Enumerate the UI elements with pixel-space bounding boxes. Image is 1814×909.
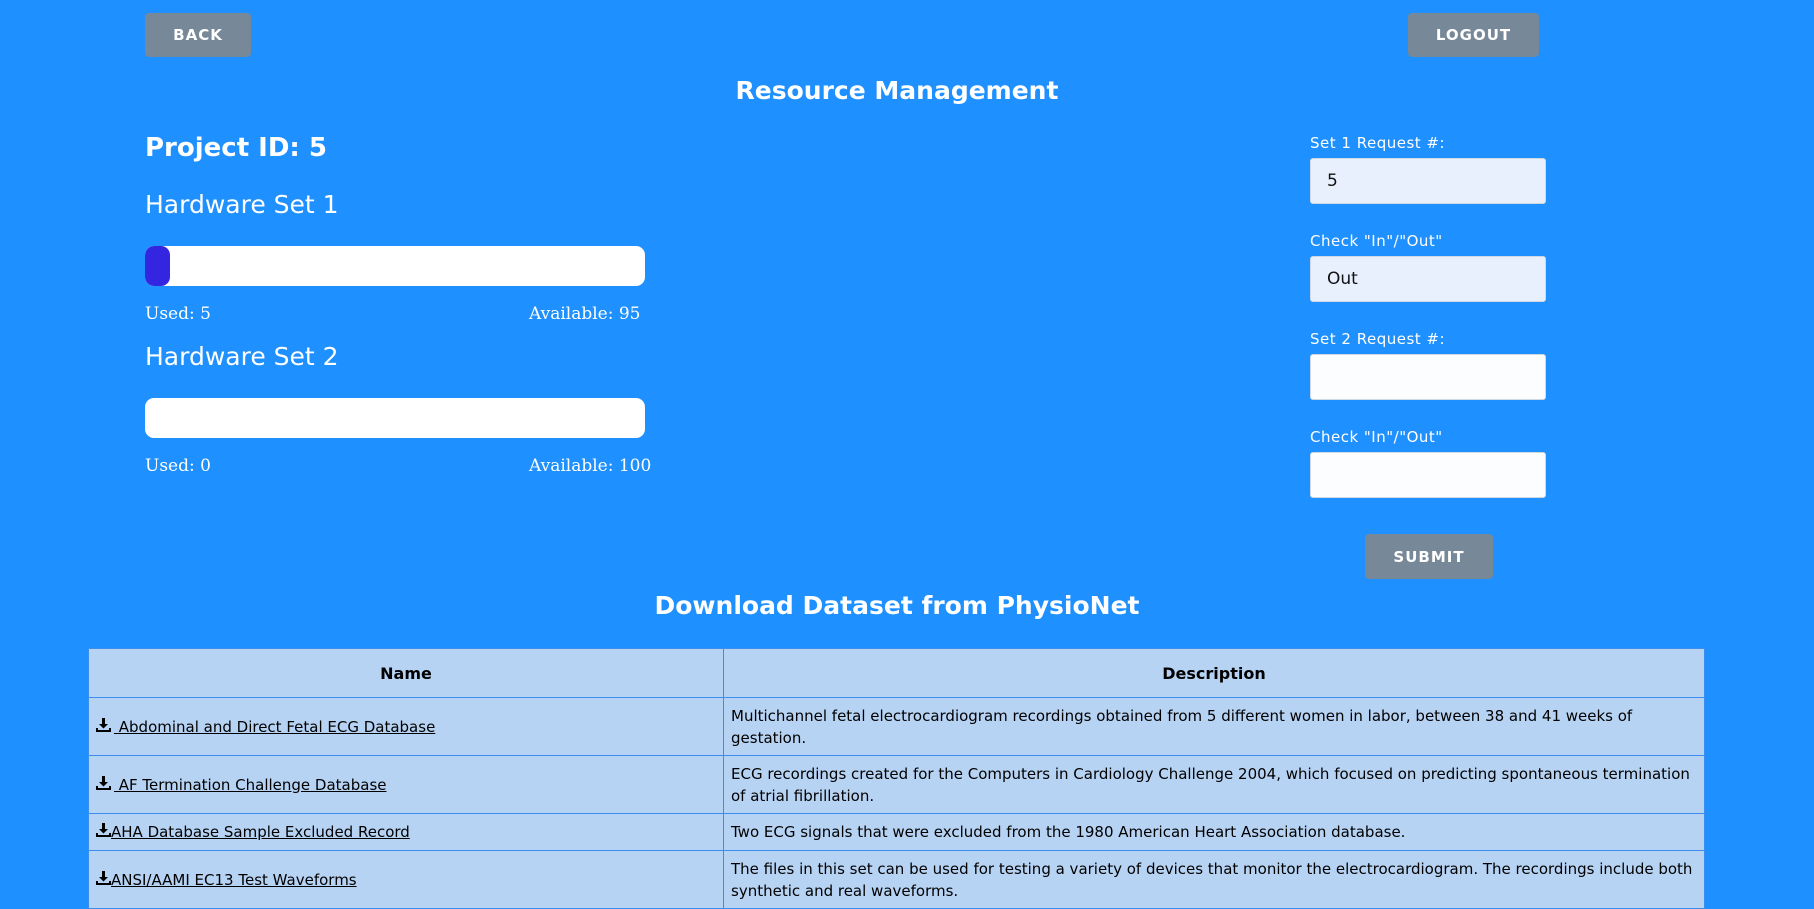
hardware-set-1-used: Used: 5 <box>145 304 211 324</box>
submit-button[interactable]: SUBMIT <box>1365 534 1493 579</box>
check-in-out-2-label: Check "In"/"Out" <box>1310 428 1443 446</box>
dataset-name: AF Termination Challenge Database <box>114 775 387 794</box>
back-button[interactable]: BACK <box>145 13 251 57</box>
hardware-set-2-progress-bar <box>145 398 645 438</box>
hardware-set-2-title: Hardware Set 2 <box>145 342 339 371</box>
table-row: AHA Database Sample Excluded Record Two … <box>88 813 1705 851</box>
hardware-set-2-available: Available: 100 <box>529 456 652 476</box>
dataset-download-link[interactable]: AF Termination Challenge Database <box>96 775 387 794</box>
check-in-out-2-input[interactable] <box>1310 452 1546 498</box>
download-icon <box>96 775 111 794</box>
check-in-out-1-label: Check "In"/"Out" <box>1310 232 1443 250</box>
dataset-download-link[interactable]: ANSI/AAMI EC13 Test Waveforms <box>96 870 357 889</box>
project-id: Project ID: 5 <box>145 133 327 163</box>
dataset-name-cell: AHA Database Sample Excluded Record <box>88 813 724 851</box>
check-in-out-1-input[interactable] <box>1310 256 1546 302</box>
dataset-table: Name Description Abdominal and Direct Fe… <box>88 648 1705 909</box>
table-row: ANSI/AAMI EC13 Test Waveforms The files … <box>88 850 1705 909</box>
dataset-name-cell: Abdominal and Direct Fetal ECG Database <box>88 697 724 756</box>
download-icon <box>96 823 111 841</box>
hardware-set-1-available: Available: 95 <box>529 304 641 324</box>
dataset-name: AHA Database Sample Excluded Record <box>111 823 410 841</box>
set-1-request-input[interactable] <box>1310 158 1546 204</box>
name-column-header: Name <box>88 648 724 698</box>
download-icon <box>96 717 111 736</box>
hardware-set-2-used: Used: 0 <box>145 456 211 476</box>
set-2-request-input[interactable] <box>1310 354 1546 400</box>
table-row: Abdominal and Direct Fetal ECG Database … <box>88 697 1705 756</box>
dataset-name: ANSI/AAMI EC13 Test Waveforms <box>111 870 357 889</box>
table-row: AF Termination Challenge Database ECG re… <box>88 755 1705 814</box>
dataset-name: Abdominal and Direct Fetal ECG Database <box>114 717 436 736</box>
table-header-row: Name Description <box>88 648 1705 698</box>
dataset-description: Two ECG signals that were excluded from … <box>723 813 1705 851</box>
dataset-description: The files in this set can be used for te… <box>723 850 1705 909</box>
hardware-set-1-progress-bar <box>145 246 645 286</box>
dataset-download-link[interactable]: Abdominal and Direct Fetal ECG Database <box>96 717 436 736</box>
logout-button[interactable]: LOGOUT <box>1408 13 1539 57</box>
download-icon <box>96 870 111 889</box>
page-title: Resource Management <box>735 76 1059 105</box>
dataset-download-link[interactable]: AHA Database Sample Excluded Record <box>96 823 410 841</box>
dataset-section-title: Download Dataset from PhysioNet <box>654 591 1140 620</box>
set-2-request-label: Set 2 Request #: <box>1310 330 1446 348</box>
set-1-request-label: Set 1 Request #: <box>1310 134 1446 152</box>
dataset-description: Multichannel fetal electrocardiogram rec… <box>723 697 1705 756</box>
hardware-set-1-progress-fill <box>145 246 170 286</box>
dataset-name-cell: ANSI/AAMI EC13 Test Waveforms <box>88 850 724 909</box>
dataset-description: ECG recordings created for the Computers… <box>723 755 1705 814</box>
hardware-set-1-title: Hardware Set 1 <box>145 190 339 219</box>
dataset-name-cell: AF Termination Challenge Database <box>88 755 724 814</box>
description-column-header: Description <box>723 648 1705 698</box>
